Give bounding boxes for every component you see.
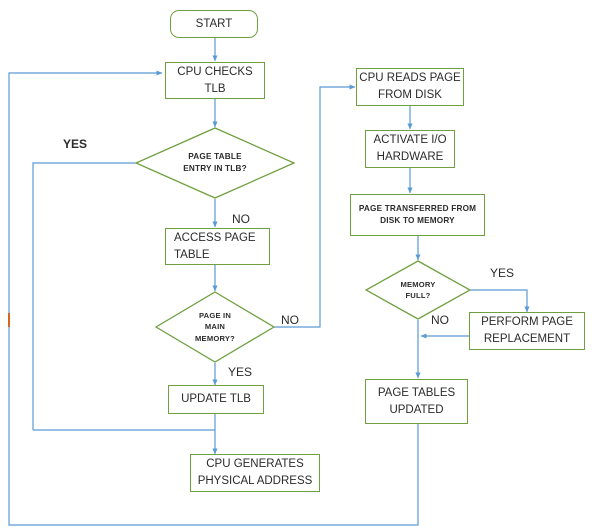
node-page-in-main-memory-label: PAGE IN MAIN MEMORY? <box>195 310 235 343</box>
node-start[interactable]: START <box>170 10 258 38</box>
edge-label-tlb-no: NO <box>232 212 250 226</box>
node-perform-page-replacement-label: PERFORM PAGE REPLACEMENT <box>481 316 573 345</box>
node-cpu-reads-page-from-disk[interactable]: CPU READS PAGE FROM DISK <box>356 68 464 106</box>
node-cpu-generates-physical-address[interactable]: CPU GENERATES PHYSICAL ADDRESS <box>190 454 320 492</box>
edge-label-memory-yes: YES <box>228 365 253 379</box>
edge-label-mem-full-no: NO <box>431 313 449 327</box>
node-memory-full[interactable]: MEMORY FULL? <box>365 260 471 320</box>
edge-label-memory-no: NO <box>281 313 299 327</box>
stray-marker <box>8 313 10 327</box>
edge-tlb-yes-left <box>32 162 155 430</box>
node-access-page-table[interactable]: ACCESS PAGE TABLE <box>165 228 270 265</box>
node-page-table-entry-in-tlb[interactable]: PAGE TABLE ENTRY IN TLB? <box>135 127 295 199</box>
node-page-tables-updated-label: PAGE TABLES UPDATED <box>377 386 456 416</box>
node-update-tlb[interactable]: UPDATE TLB <box>168 385 264 414</box>
node-page-table-entry-in-tlb-label: PAGE TABLE ENTRY IN TLB? <box>183 151 247 173</box>
edge-memory-no-to-cpu-reads-page <box>265 84 356 328</box>
node-page-transferred-from-disk-to-memory[interactable]: PAGE TRANSFERRED FROM DISK TO MEMORY <box>350 194 485 236</box>
node-cpu-checks-tlb[interactable]: CPU CHECKS TLB <box>165 62 265 99</box>
node-activate-io-hardware[interactable]: ACTIVATE I/O HARDWARE <box>365 130 455 168</box>
node-start-label: START <box>195 17 233 30</box>
node-perform-page-replacement[interactable]: PERFORM PAGE REPLACEMENT <box>469 312 585 350</box>
node-page-transferred-from-disk-to-memory-label: PAGE TRANSFERRED FROM DISK TO MEMORY <box>358 204 477 225</box>
edge-label-mem-full-yes: YES <box>490 266 515 280</box>
node-activate-io-hardware-label: ACTIVATE I/O HARDWARE <box>373 134 447 163</box>
edge-memory-full-yes-to-perform-replacement <box>470 289 530 313</box>
node-cpu-generates-physical-address-label: CPU GENERATES PHYSICAL ADDRESS <box>197 458 313 487</box>
node-page-in-main-memory[interactable]: PAGE IN MAIN MEMORY? <box>155 291 275 363</box>
node-access-page-table-label: ACCESS PAGE TABLE <box>174 231 256 261</box>
node-page-tables-updated[interactable]: PAGE TABLES UPDATED <box>365 379 468 424</box>
node-cpu-reads-page-from-disk-label: CPU READS PAGE FROM DISK <box>359 72 461 101</box>
node-memory-full-label: MEMORY FULL? <box>400 279 436 300</box>
edge-label-tlb-yes: YES <box>63 137 88 151</box>
flowchart-canvas: START CPU CHECKS TLB PAGE TABLE ENTRY IN… <box>0 0 592 531</box>
node-update-tlb-label: UPDATE TLB <box>181 393 251 406</box>
node-cpu-checks-tlb-label: CPU CHECKS TLB <box>177 65 253 95</box>
